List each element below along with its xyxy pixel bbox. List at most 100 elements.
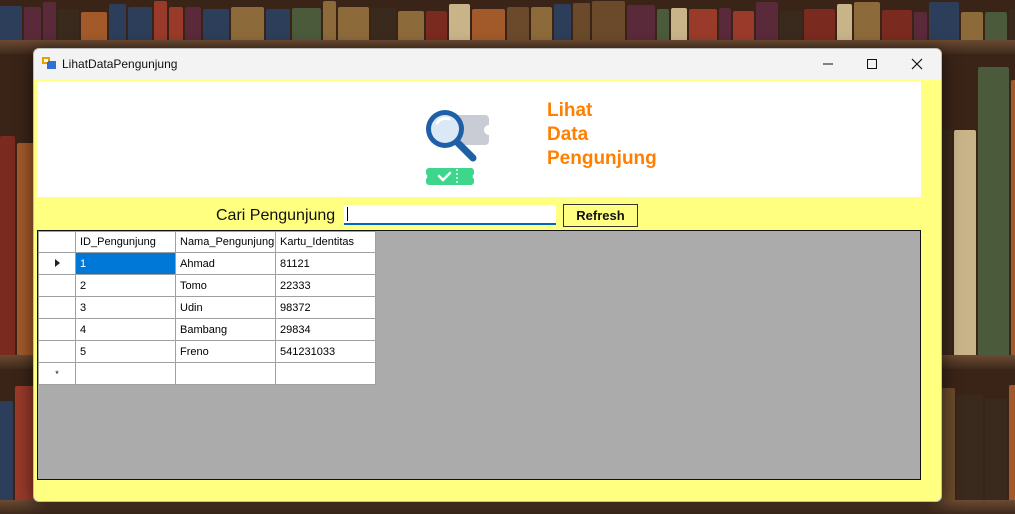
table-cell[interactable]: 5 bbox=[75, 340, 176, 363]
data-grid[interactable]: ID_Pengunjung Nama_Pengunjung Kartu_Iden… bbox=[37, 230, 921, 480]
row-header[interactable] bbox=[38, 318, 76, 341]
table-cell[interactable]: 4 bbox=[75, 318, 176, 341]
new-row[interactable]: * bbox=[38, 362, 376, 385]
header-panel: Lihat Data Pengunjung bbox=[37, 81, 921, 197]
book-spine bbox=[43, 2, 56, 40]
book-spine bbox=[627, 5, 655, 40]
book-spine bbox=[929, 2, 959, 40]
table-row[interactable]: 2 Tomo 22333 bbox=[38, 274, 376, 297]
header-row: ID_Pengunjung Nama_Pengunjung Kartu_Iden… bbox=[38, 231, 376, 253]
refresh-button[interactable]: Refresh bbox=[563, 204, 638, 227]
title-bar[interactable]: LihatDataPengunjung bbox=[34, 49, 941, 79]
maximize-icon bbox=[867, 59, 877, 69]
app-window: LihatDataPengunjung Lihat Data Pengunjun… bbox=[33, 48, 942, 502]
book-spine bbox=[854, 2, 880, 40]
text-caret bbox=[347, 207, 348, 221]
minimize-button[interactable] bbox=[805, 49, 851, 79]
close-button[interactable] bbox=[894, 49, 940, 79]
book-spine bbox=[592, 1, 625, 40]
book-spine bbox=[1009, 385, 1015, 500]
book-spine bbox=[837, 4, 852, 40]
table-cell[interactable] bbox=[75, 362, 176, 385]
search-input[interactable] bbox=[344, 205, 556, 225]
book-spine bbox=[756, 2, 778, 40]
table-row[interactable]: 5 Freno 541231033 bbox=[38, 340, 376, 363]
table-row[interactable]: 4 Bambang 29834 bbox=[38, 318, 376, 341]
book-spine bbox=[154, 1, 167, 40]
book-spine bbox=[671, 8, 687, 40]
window-title: LihatDataPengunjung bbox=[62, 57, 178, 71]
book-spine bbox=[733, 11, 754, 40]
book-spine bbox=[804, 9, 835, 40]
book-spine bbox=[554, 4, 571, 40]
book-spine bbox=[1009, 9, 1015, 40]
table-cell[interactable]: Freno bbox=[175, 340, 276, 363]
minimize-icon bbox=[823, 63, 833, 65]
page-title-line-2: Data bbox=[547, 124, 589, 145]
column-header-nama[interactable]: Nama_Pengunjung bbox=[175, 231, 276, 253]
book-spine bbox=[961, 12, 983, 40]
book-spine bbox=[203, 9, 229, 40]
table-cell[interactable]: 2 bbox=[75, 274, 176, 297]
book-spine bbox=[398, 11, 424, 40]
search-ticket-icon bbox=[426, 110, 489, 185]
book-spine bbox=[954, 130, 976, 355]
row-header[interactable] bbox=[38, 296, 76, 319]
book-spine bbox=[978, 67, 1009, 355]
row-header[interactable] bbox=[38, 274, 76, 297]
table-cell[interactable]: Ahmad bbox=[175, 252, 276, 275]
table-cell[interactable] bbox=[175, 362, 276, 385]
book-spine bbox=[780, 11, 802, 40]
table-cell[interactable]: 3 bbox=[75, 296, 176, 319]
table-cell[interactable]: 1 bbox=[75, 252, 176, 275]
book-spine bbox=[531, 7, 552, 40]
column-header-id[interactable]: ID_Pengunjung bbox=[75, 231, 176, 253]
book-spine bbox=[449, 4, 470, 40]
page-title-line-1: Lihat bbox=[547, 100, 593, 121]
table-cell[interactable]: Bambang bbox=[175, 318, 276, 341]
book-spine bbox=[985, 399, 1007, 500]
table-cell[interactable]: 22333 bbox=[275, 274, 376, 297]
table-cell[interactable]: Udin bbox=[175, 296, 276, 319]
book-spine bbox=[292, 8, 321, 40]
book-spine bbox=[914, 12, 927, 40]
app-icon bbox=[42, 57, 56, 69]
book-spine bbox=[689, 9, 717, 40]
book-spine bbox=[169, 7, 183, 40]
book-spine bbox=[58, 9, 79, 40]
book-spine bbox=[266, 9, 290, 40]
book-spine bbox=[0, 401, 13, 500]
book-spine bbox=[985, 12, 1007, 40]
row-header[interactable] bbox=[38, 340, 76, 363]
table-row[interactable]: 1 Ahmad 81121 bbox=[38, 252, 376, 275]
corner-header[interactable] bbox=[38, 231, 76, 253]
search-label: Cari Pengunjung bbox=[216, 207, 336, 224]
book-spine bbox=[507, 7, 529, 40]
book-spine bbox=[719, 8, 731, 40]
book-spine bbox=[0, 6, 22, 40]
page-title: Lihat Data Pengunjung bbox=[547, 99, 657, 171]
data-table: ID_Pengunjung Nama_Pengunjung Kartu_Iden… bbox=[38, 231, 376, 385]
table-cell[interactable]: 29834 bbox=[275, 318, 376, 341]
table-cell[interactable]: 541231033 bbox=[275, 340, 376, 363]
column-header-kartu[interactable]: Kartu_Identitas bbox=[275, 231, 376, 253]
table-row[interactable]: 3 Udin 98372 bbox=[38, 296, 376, 319]
table-cell[interactable]: 81121 bbox=[275, 252, 376, 275]
row-header[interactable] bbox=[38, 252, 76, 275]
book-spine bbox=[185, 7, 201, 40]
book-spine bbox=[109, 4, 126, 40]
new-row-marker: * bbox=[38, 362, 76, 385]
book-spine bbox=[882, 10, 912, 40]
table-cell[interactable]: Tomo bbox=[175, 274, 276, 297]
table-cell[interactable]: 98372 bbox=[275, 296, 376, 319]
book-spine bbox=[338, 7, 369, 40]
book-spine bbox=[957, 395, 983, 500]
book-spine bbox=[1011, 80, 1015, 355]
book-spine bbox=[657, 9, 669, 40]
book-spine bbox=[573, 3, 590, 40]
table-cell[interactable] bbox=[275, 362, 376, 385]
book-spine bbox=[24, 7, 41, 40]
book-spine bbox=[426, 11, 447, 40]
close-icon bbox=[911, 58, 923, 70]
maximize-button[interactable] bbox=[849, 49, 895, 79]
